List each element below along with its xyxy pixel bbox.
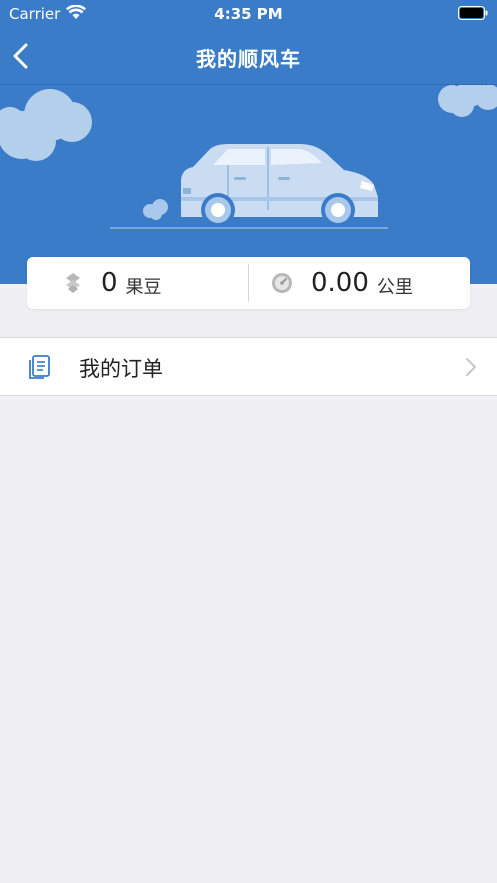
stats-divider	[248, 264, 249, 302]
car-icon	[181, 144, 378, 227]
beans-value: 0	[101, 268, 118, 298]
navigation-bar: 我的顺风车	[0, 30, 497, 84]
exhaust-puff-icon	[143, 199, 168, 220]
car-illustration	[0, 85, 497, 229]
chevron-right-icon	[466, 358, 476, 376]
beans-unit: 果豆	[125, 277, 162, 298]
speedometer-icon	[272, 273, 292, 293]
clock: 4:35 PM	[214, 5, 283, 23]
document-icon	[29, 355, 50, 379]
distance-unit: 公里	[376, 277, 413, 298]
cloud-left-icon	[0, 89, 92, 161]
battery-icon	[458, 6, 488, 20]
distance-stat: 0.00 公里	[271, 257, 413, 309]
status-bar: Carrier 4:35 PM	[0, 0, 497, 30]
page-title: 我的顺风车	[196, 47, 301, 71]
cloud-right-icon	[438, 85, 497, 117]
stats-card: 0 果豆 0.00 公里	[27, 257, 470, 309]
distance-value: 0.00	[311, 268, 369, 298]
beans-stat: 0 果豆	[63, 257, 162, 309]
my-orders-row[interactable]: 我的订单	[0, 337, 497, 396]
beans-icon	[66, 273, 80, 293]
my-orders-label: 我的订单	[79, 357, 163, 381]
